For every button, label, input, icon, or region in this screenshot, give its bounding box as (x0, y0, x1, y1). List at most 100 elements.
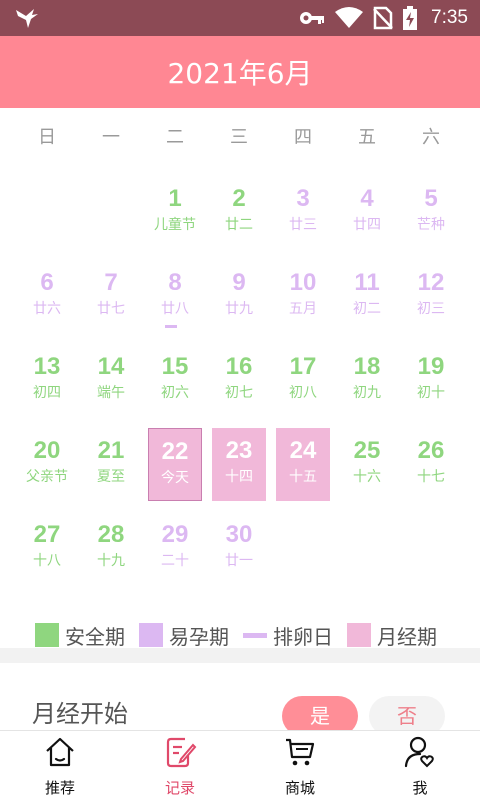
lunar-date: 廿六 (33, 301, 61, 317)
day-box: 7 廿七 (84, 260, 138, 333)
day-box: 19 初十 (404, 344, 458, 417)
ovulation-marker (165, 325, 177, 328)
calendar-day[interactable]: 29 二十 (143, 504, 207, 588)
day-box: 15 初六 (148, 344, 202, 417)
nav-shop[interactable]: 商城 (240, 731, 360, 800)
day-box: 23 十四 (212, 428, 266, 501)
day-number: 28 (97, 521, 125, 548)
nav-label: 我 (412, 779, 428, 797)
calendar-day[interactable]: 8 廿八 (143, 252, 207, 336)
day-number: 15 (161, 353, 189, 380)
day-number: 10 (289, 269, 317, 296)
calendar-day[interactable]: 21 夏至 (79, 420, 143, 504)
lunar-date: 初三 (417, 301, 445, 317)
calendar-day[interactable]: 26 十七 (399, 420, 463, 504)
nav-record[interactable]: 记录 (120, 731, 240, 800)
calendar-day[interactable]: 17 初八 (271, 336, 335, 420)
calendar-day[interactable]: 12 初三 (399, 252, 463, 336)
calendar-day[interactable]: 18 初九 (335, 336, 399, 420)
day-box: 28 十九 (84, 512, 138, 585)
day-number: 3 (296, 185, 310, 212)
calendar-week-row: 20 父亲节 21 夏至 22 今天 23 十四 24 十五 25 十六 26 十七 (15, 420, 463, 504)
lunar-date: 端午 (97, 385, 125, 401)
lunar-date: 廿四 (353, 217, 381, 233)
safe-swatch (35, 623, 59, 647)
day-number: 13 (33, 353, 61, 380)
day-number: 26 (417, 437, 445, 464)
day-number: 14 (97, 353, 125, 380)
lunar-date: 初十 (417, 385, 445, 401)
calendar-day[interactable]: 23 十四 (207, 420, 271, 504)
lunar-date: 芒种 (417, 217, 445, 233)
lunar-date: 五月 (289, 301, 317, 317)
period-start-label: 月经开始 (32, 700, 128, 728)
period-swatch (347, 623, 371, 647)
calendar-day[interactable]: 2 廿二 (207, 168, 271, 252)
calendar-day[interactable]: 13 初四 (15, 336, 79, 420)
nav-recommend[interactable]: 推荐 (0, 731, 120, 800)
weekday-label: 六 (422, 127, 440, 148)
day-box: 5 芒种 (404, 176, 458, 249)
calendar-day[interactable]: 15 初六 (143, 336, 207, 420)
calendar-day[interactable]: 3 廿三 (271, 168, 335, 252)
nav-me[interactable]: 我 (360, 731, 480, 800)
calendar-day[interactable]: 7 廿七 (79, 252, 143, 336)
calendar-day[interactable]: 27 十八 (15, 504, 79, 588)
month-title[interactable]: 2021年6月 (167, 52, 312, 92)
weekday-row: 日 一 二 三 四 五 六 (15, 108, 463, 168)
calendar-day-today[interactable]: 22 今天 (143, 420, 207, 504)
day-box: 10 五月 (276, 260, 330, 333)
day-number: 21 (97, 437, 125, 464)
calendar-day[interactable]: 10 五月 (271, 252, 335, 336)
calendar-day[interactable]: 19 初十 (399, 336, 463, 420)
record-icon (166, 737, 197, 768)
legend-label: 排卵日 (273, 624, 333, 649)
calendar-day[interactable]: 16 初七 (207, 336, 271, 420)
nav-label: 商城 (284, 779, 315, 797)
day-number: 5 (424, 185, 438, 212)
nav-label: 记录 (164, 779, 195, 797)
legend-ovulation: 排卵日 (243, 621, 333, 650)
lunar-date: 十六 (353, 469, 381, 485)
day-box: 9 廿九 (212, 260, 266, 333)
lunar-date: 初七 (225, 385, 253, 401)
calendar-day[interactable]: 11 初二 (335, 252, 399, 336)
lunar-date: 今天 (161, 470, 189, 486)
day-number: 27 (33, 521, 61, 548)
calendar-day[interactable]: 24 十五 (271, 420, 335, 504)
lunar-date: 十八 (33, 553, 61, 569)
calendar-day[interactable]: 9 廿九 (207, 252, 271, 336)
calendar-day[interactable]: 5 芒种 (399, 168, 463, 252)
calendar-day[interactable]: 14 端午 (79, 336, 143, 420)
calendar-day[interactable]: 30 廿一 (207, 504, 271, 588)
calendar-day[interactable]: 4 廿四 (335, 168, 399, 252)
calendar-day[interactable]: 25 十六 (335, 420, 399, 504)
day-box: 25 十六 (340, 428, 394, 501)
day-number: 17 (289, 353, 317, 380)
day-box: 17 初八 (276, 344, 330, 417)
section-divider (0, 648, 480, 663)
calendar-day[interactable]: 28 十九 (79, 504, 143, 588)
calendar-week-row: 1 儿童节 2 廿二 3 廿三 4 廿四 5 芒种 (15, 168, 463, 252)
lunar-date: 廿九 (225, 301, 253, 317)
calendar-day[interactable]: 6 廿六 (15, 252, 79, 336)
day-number: 6 (40, 269, 54, 296)
day-box: 4 廿四 (340, 176, 394, 249)
day-box: 8 廿八 (148, 260, 202, 333)
day-number: 9 (232, 269, 246, 296)
day-box: 21 夏至 (84, 428, 138, 501)
day-box: 27 十八 (20, 512, 74, 585)
nav-label: 推荐 (44, 779, 75, 797)
key-icon (300, 12, 325, 24)
weekday-label: 五 (358, 127, 376, 148)
calendar-day[interactable]: 20 父亲节 (15, 420, 79, 504)
weekday-label: 一 (102, 127, 120, 148)
day-box: 30 廿一 (212, 512, 266, 585)
day-number: 25 (353, 437, 381, 464)
calendar-day[interactable]: 1 儿童节 (143, 168, 207, 252)
day-box: 6 廿六 (20, 260, 74, 333)
day-box: 3 廿三 (276, 176, 330, 249)
lunar-date: 廿七 (97, 301, 125, 317)
lunar-date: 十九 (97, 553, 125, 569)
weekday-label: 四 (294, 127, 312, 148)
